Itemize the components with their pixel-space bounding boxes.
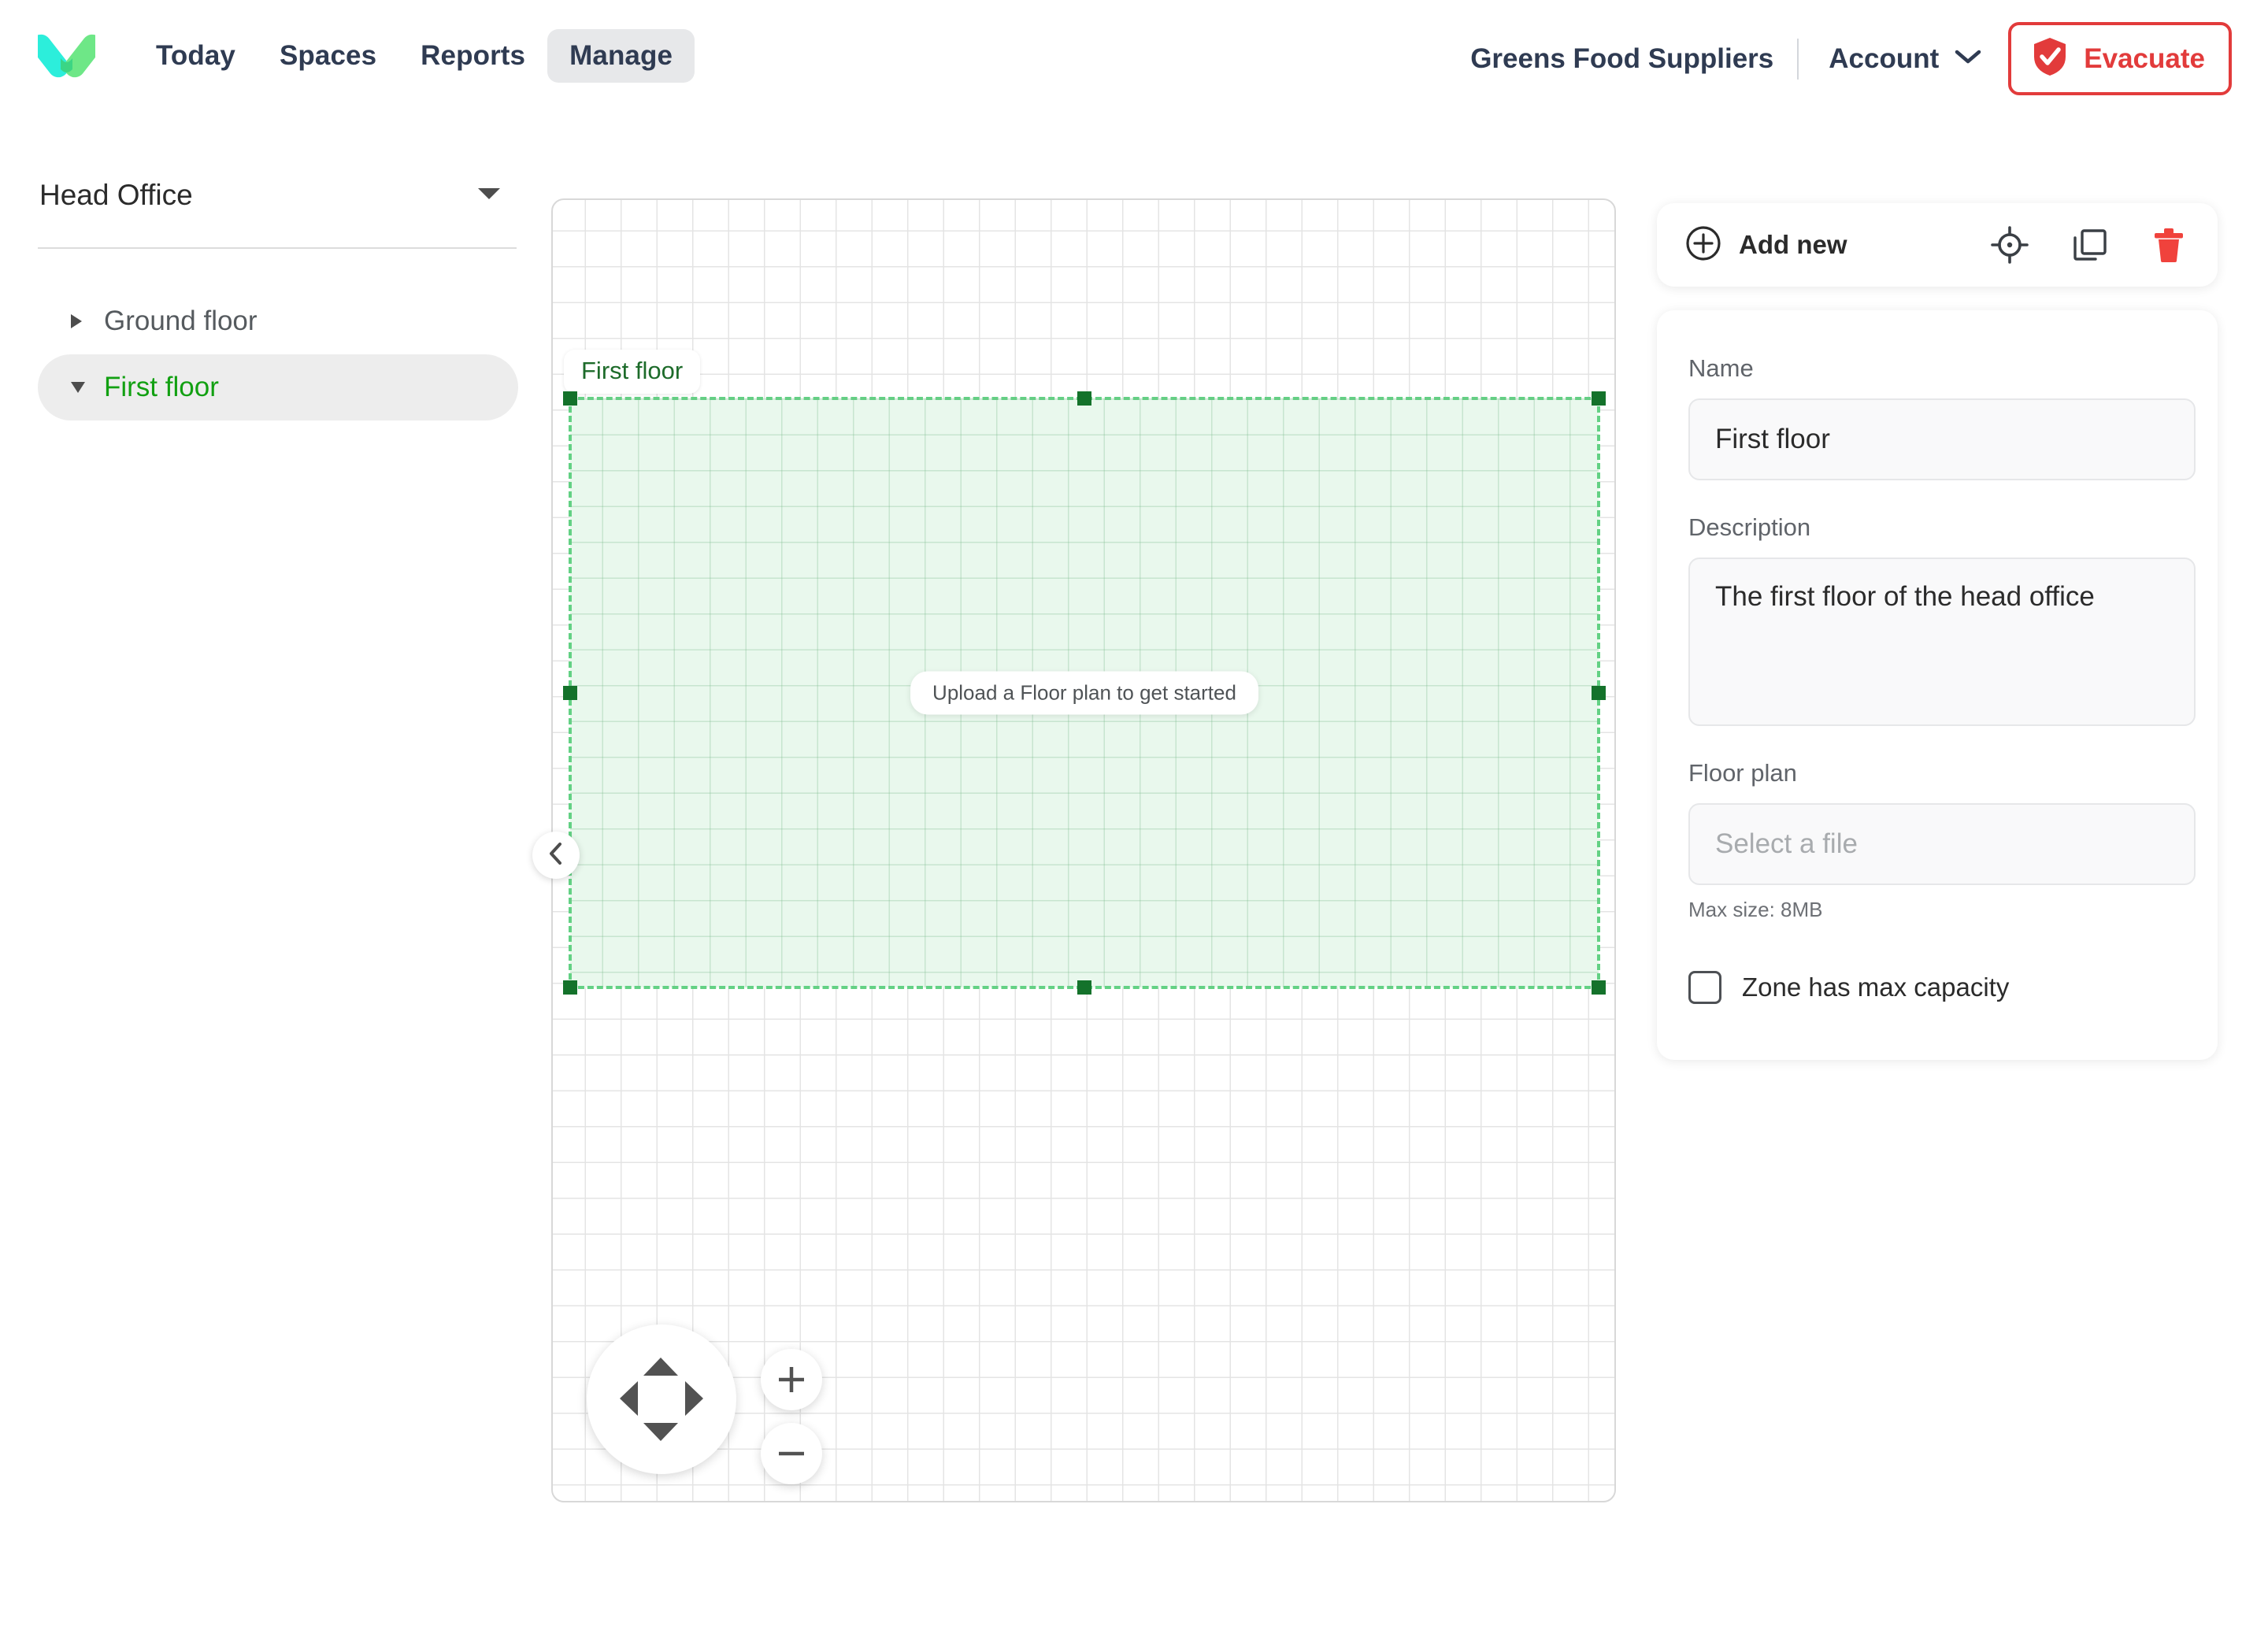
panel-actions-toolbar: Add new: [1657, 203, 2218, 287]
zone-max-capacity-row[interactable]: Zone has max capacity: [1688, 971, 2186, 1004]
add-new-label: Add new: [1739, 230, 1847, 259]
collapse-sidebar-button[interactable]: [532, 832, 580, 879]
evacuate-label: Evacuate: [2084, 43, 2205, 74]
chevron-left-icon: [547, 842, 565, 869]
account-label: Account: [1829, 43, 1940, 74]
organisation-name: Greens Food Suppliers: [1470, 43, 1774, 74]
panel-icon-group: [1991, 226, 2186, 264]
zone-max-capacity-checkbox[interactable]: [1688, 971, 1721, 1004]
zoom-in-button[interactable]: [761, 1349, 822, 1410]
description-textarea[interactable]: The first floor of the head office: [1688, 558, 2196, 726]
floorplan-canvas[interactable]: First floor Upload a Floor plan to get s…: [551, 198, 1616, 1502]
resize-handle-top-middle[interactable]: [1077, 391, 1091, 406]
zone-properties-form: Name First floor Description The first f…: [1657, 310, 2218, 1060]
triangle-left-icon[interactable]: [620, 1381, 638, 1416]
resize-handle-middle-right[interactable]: [1592, 686, 1606, 700]
site-selector-dropdown[interactable]: Head Office: [38, 172, 518, 219]
site-name-label: Head Office: [39, 179, 193, 211]
resize-handle-top-right[interactable]: [1592, 391, 1606, 406]
sidebar-divider: [38, 247, 517, 249]
evacuate-button[interactable]: Evacuate: [2008, 22, 2232, 95]
zone-max-capacity-label: Zone has max capacity: [1742, 972, 2010, 1002]
crosshair-icon[interactable]: [1991, 226, 2029, 264]
caret-down-icon[interactable]: [71, 382, 85, 393]
left-sidebar: Head Office Ground floor First floor: [38, 172, 518, 420]
resize-handle-top-left[interactable]: [563, 391, 577, 406]
trash-icon[interactable]: [2151, 226, 2186, 264]
top-header-bar: Today Spaces Reports Manage Greens Food …: [0, 0, 2268, 113]
zone-label: First floor: [564, 350, 701, 394]
floorplan-file-input[interactable]: Select a file: [1688, 803, 2196, 885]
copy-icon[interactable]: [2071, 226, 2109, 264]
triangle-up-icon[interactable]: [643, 1358, 678, 1376]
sidebar-item-first-floor[interactable]: First floor: [38, 354, 518, 420]
name-field-label: Name: [1688, 354, 1754, 382]
nav-item-today[interactable]: Today: [134, 29, 258, 83]
name-input[interactable]: First floor: [1688, 398, 2196, 480]
main-navigation: Today Spaces Reports Manage: [134, 29, 695, 83]
sidebar-item-label: Ground floor: [104, 306, 258, 336]
shield-check-icon: [2032, 36, 2068, 81]
sidebar-item-label: First floor: [104, 372, 219, 402]
caret-right-icon[interactable]: [71, 314, 82, 328]
sidebar-item-ground-floor[interactable]: Ground floor: [38, 288, 518, 354]
plus-circle-icon: [1685, 225, 1721, 265]
resize-handle-middle-left[interactable]: [563, 686, 577, 700]
zoom-out-button[interactable]: [761, 1423, 822, 1484]
upload-floorplan-hint: Upload a Floor plan to get started: [910, 671, 1258, 715]
zone-rectangle-first-floor[interactable]: First floor Upload a Floor plan to get s…: [563, 350, 1606, 995]
max-size-hint: Max size: 8MB: [1688, 898, 1823, 921]
nav-item-reports[interactable]: Reports: [398, 29, 547, 83]
zone-tree: Ground floor First floor: [38, 288, 518, 420]
caret-down-icon: [477, 187, 501, 205]
v-checkmark-logo[interactable]: [30, 28, 103, 83]
floorplan-field-label: Floor plan: [1688, 759, 1797, 787]
nav-item-spaces[interactable]: Spaces: [258, 29, 398, 83]
plus-icon: [779, 1367, 804, 1392]
resize-handle-bottom-left[interactable]: [563, 980, 577, 995]
account-menu[interactable]: Account: [1799, 43, 2008, 75]
description-field-label: Description: [1688, 513, 1811, 541]
resize-handle-bottom-middle[interactable]: [1077, 980, 1091, 995]
add-new-button[interactable]: Add new: [1685, 225, 1847, 265]
chevron-down-icon: [1955, 49, 1981, 69]
pan-control-dial[interactable]: [587, 1324, 736, 1474]
header-right-cluster: Greens Food Suppliers Account Evacuate: [1470, 22, 2232, 95]
minus-icon: [779, 1451, 804, 1456]
resize-handle-bottom-right[interactable]: [1592, 980, 1606, 995]
triangle-right-icon[interactable]: [685, 1381, 703, 1416]
triangle-down-icon[interactable]: [643, 1423, 678, 1441]
nav-item-manage[interactable]: Manage: [547, 29, 695, 83]
